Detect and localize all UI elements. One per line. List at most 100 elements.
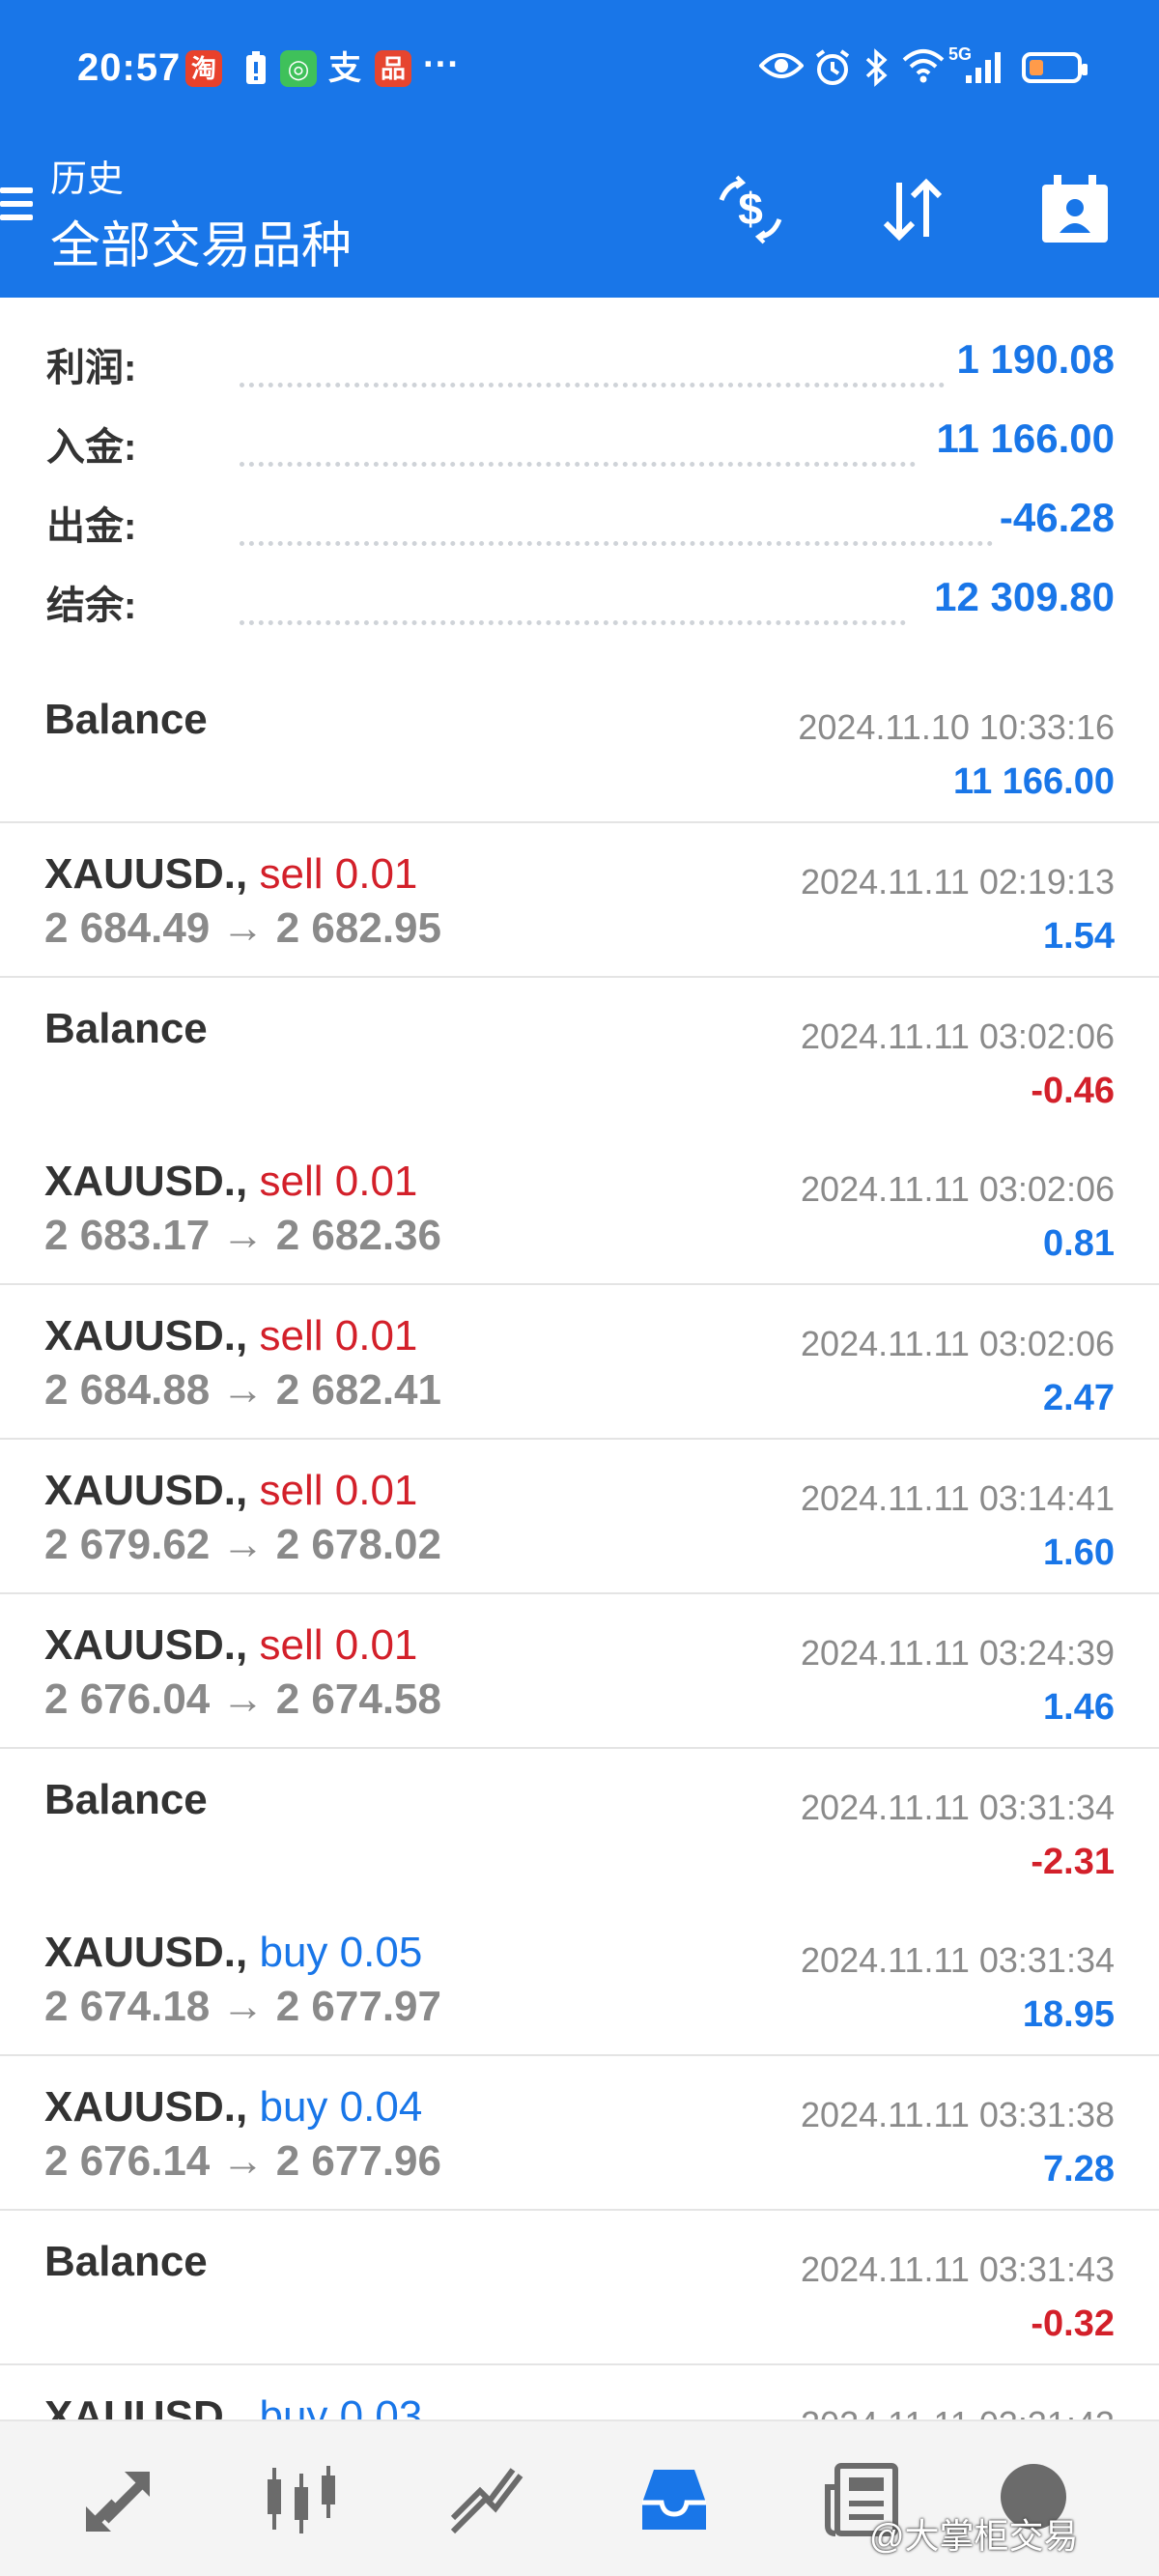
trade-datetime: 2024.11.11 03:02:06 xyxy=(801,1169,1115,1209)
wechat-icon: ◎ xyxy=(280,50,317,87)
wifi-icon xyxy=(902,48,945,92)
nav-trade[interactable] xyxy=(438,2456,535,2543)
sort-button[interactable] xyxy=(869,166,956,253)
summary-value: -46.28 xyxy=(999,495,1115,540)
trade-profit: 1.54 xyxy=(1043,916,1115,957)
trade-row[interactable]: XAUUSD., buy 0.05 2 674.18 → 2 677.97 2024… xyxy=(0,1902,1159,2057)
summary-value: 11 166.00 xyxy=(936,415,1115,461)
trade-datetime: 2024.11.10 10:33:16 xyxy=(798,707,1115,747)
trade-symbol: Balance xyxy=(44,1776,208,1823)
trade-side: buy xyxy=(259,1929,328,1976)
taobao-icon: 淘 xyxy=(185,50,222,87)
trade-title: Balance xyxy=(44,1776,208,1824)
trade-profit: 1.46 xyxy=(1043,1687,1115,1728)
eye-icon xyxy=(758,48,805,92)
header-title[interactable]: 全部交易品种 xyxy=(50,205,352,277)
trade-profit: 0.81 xyxy=(1043,1223,1115,1264)
trade-volume: 0.01 xyxy=(334,850,418,898)
trade-profit: 2.47 xyxy=(1043,1378,1115,1418)
svg-text:$: $ xyxy=(738,184,763,234)
alipay-icon: 支 xyxy=(328,50,361,87)
trade-profit: -0.32 xyxy=(1031,2304,1115,2344)
trade-datetime: 2024.11.11 03:31:38 xyxy=(801,2095,1115,2134)
trade-side: sell xyxy=(259,1621,324,1669)
trade-symbol: XAUUSD., xyxy=(44,2083,248,2131)
summary-label: 入金: xyxy=(46,426,137,469)
trade-profit: 7.28 xyxy=(1043,2149,1115,2190)
trade-symbol: Balance xyxy=(44,1005,208,1052)
app-header: 20:57 淘 ◎ 支 品 ··· 5G 历史 全部交易品种 $ xyxy=(0,0,1159,298)
trade-title: Balance xyxy=(44,2238,208,2286)
battery-icon xyxy=(1022,52,1088,83)
trade-datetime: 2024.11.11 03:31:34 xyxy=(801,1940,1115,1980)
balance-row[interactable]: Balance 2024.11.11 03:31:43 -0.32 xyxy=(0,2211,1159,2366)
trade-row[interactable]: XAUUSD., sell 0.01 2 683.17 → 2 682.36 202… xyxy=(0,1131,1159,1286)
trade-title: Balance xyxy=(44,1005,208,1053)
calendar-user-icon xyxy=(1042,175,1108,243)
trade-title: XAUUSD., sell 0.01 xyxy=(44,1621,417,1670)
balance-row[interactable]: Balance 2024.11.11 03:02:06 -0.46 xyxy=(0,978,1159,1133)
balance-row[interactable]: Balance 2024.11.10 10:33:16 11 166.00 xyxy=(0,669,1159,824)
nav-history[interactable] xyxy=(626,2456,722,2543)
trade-side: sell xyxy=(259,850,324,898)
trade-title: XAUUSD., sell 0.01 xyxy=(44,850,417,899)
trade-prices: 2 679.62 → 2 678.02 xyxy=(44,1521,441,1568)
trade-profit: -2.31 xyxy=(1031,1842,1115,1882)
trade-symbol: XAUUSD., xyxy=(44,1312,248,1360)
trade-side: sell xyxy=(259,1312,324,1360)
trade-symbol: XAUUSD., xyxy=(44,1621,248,1669)
trade-prices: 2 674.18 → 2 677.97 xyxy=(44,1983,441,2030)
battery-alert-icon xyxy=(238,50,274,87)
summary-value: 1 190.08 xyxy=(956,336,1116,382)
trade-datetime: 2024.11.11 03:02:06 xyxy=(801,1324,1115,1363)
trade-title: XAUUSD., sell 0.01 xyxy=(44,1312,417,1360)
trade-side: sell xyxy=(259,1467,324,1514)
bluetooth-icon xyxy=(863,48,890,96)
nav-quotes[interactable] xyxy=(70,2456,166,2543)
quotes-icon xyxy=(86,2472,150,2532)
sort-icon xyxy=(883,178,943,242)
trade-row[interactable]: XAUUSD., buy 0.04 2 676.14 → 2 677.96 2024… xyxy=(0,2056,1159,2212)
trade-prices: 2 676.04 → 2 674.58 xyxy=(44,1675,441,1723)
summary-value: 12 309.80 xyxy=(934,574,1115,619)
trade-volume: 0.05 xyxy=(339,1929,423,1976)
trade-symbol: XAUUSD., xyxy=(44,1467,248,1514)
summary-row-profit: 利润: 1 190.08 xyxy=(46,336,1115,394)
menu-button[interactable] xyxy=(0,187,33,230)
trade-row[interactable]: XAUUSD., sell 0.01 2 679.62 → 2 678.02 202… xyxy=(0,1440,1159,1595)
summary-label: 利润: xyxy=(46,347,137,389)
chart-icon xyxy=(268,2466,335,2533)
trade-side: sell xyxy=(259,1158,324,1205)
trade-side: buy xyxy=(259,2083,328,2131)
trade-symbol: XAUUSD., xyxy=(44,1158,248,1205)
trade-prices: 2 683.17 → 2 682.36 xyxy=(44,1212,441,1259)
currency-exchange-button[interactable]: $ xyxy=(707,166,794,253)
trade-profit: 1.60 xyxy=(1043,1532,1115,1573)
header-subtitle: 历史 xyxy=(50,159,125,200)
trade-row[interactable]: XAUUSD., sell 0.01 2 684.49 → 2 682.95 202… xyxy=(0,823,1159,979)
trade-row[interactable]: XAUUSD., sell 0.01 2 684.88 → 2 682.41 202… xyxy=(0,1285,1159,1441)
trade-row[interactable]: XAUUSD., sell 0.01 2 676.04 → 2 674.58 202… xyxy=(0,1594,1159,1750)
summary-label: 出金: xyxy=(46,505,137,548)
trade-datetime: 2024.11.11 03:24:39 xyxy=(801,1633,1115,1673)
trade-volume: 0.01 xyxy=(334,1467,418,1514)
history-icon xyxy=(642,2470,706,2530)
summary-label: 结余: xyxy=(46,585,137,627)
trade-profit: 11 166.00 xyxy=(953,761,1115,802)
alarm-icon xyxy=(813,48,852,96)
bottom-navigation: @大掌柜交易 xyxy=(0,2419,1159,2576)
balance-row[interactable]: Balance 2024.11.11 03:31:34 -2.31 xyxy=(0,1749,1159,1904)
trade-prices: 2 676.14 → 2 677.96 xyxy=(44,2137,441,2185)
nav-chart[interactable] xyxy=(253,2456,350,2543)
trade-volume: 0.01 xyxy=(334,1312,418,1360)
trade-datetime: 2024.11.11 02:19:13 xyxy=(801,862,1115,902)
trade-datetime: 2024.11.11 03:02:06 xyxy=(801,1016,1115,1056)
trade-profit: 18.95 xyxy=(1022,1994,1115,2035)
status-time: 20:57 xyxy=(77,46,182,89)
trade-prices: 2 684.88 → 2 682.41 xyxy=(44,1366,441,1414)
summary-row-balance: 结余: 12 309.80 xyxy=(46,574,1115,632)
calendar-user-button[interactable] xyxy=(1032,166,1118,253)
dotted-leader xyxy=(240,383,945,391)
trade-title: XAUUSD., buy 0.04 xyxy=(44,2083,422,2132)
trade-datetime: 2024.11.11 03:31:43 xyxy=(801,2249,1115,2289)
